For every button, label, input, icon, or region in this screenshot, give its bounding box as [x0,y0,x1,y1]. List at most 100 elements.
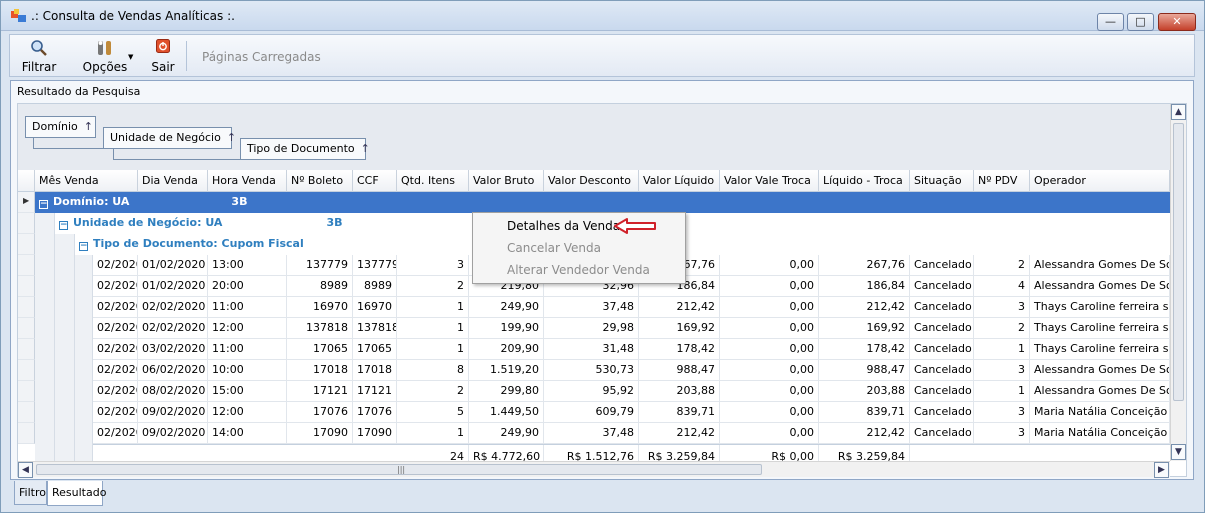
cell-liquido-troca[interactable]: 186,84 [819,276,910,297]
cell-liquido-troca[interactable]: 178,42 [819,339,910,360]
row-indicator[interactable] [18,318,35,339]
group-chip-tipo[interactable]: Tipo de Documento ↑ [240,138,370,160]
cell-valor-liquido[interactable]: 839,71 [639,402,720,423]
col-header-valor-desconto[interactable]: Valor Desconto [544,170,639,192]
col-header-mes-venda[interactable]: Mês Venda [35,170,138,192]
col-header-boleto[interactable]: Nº Boleto [287,170,353,192]
cell-vale-troca[interactable]: 0,00 [720,381,819,402]
row-indicator[interactable] [18,360,35,381]
cell-situacao[interactable]: Cancelado [910,276,974,297]
cell-operador[interactable]: Alessandra Gomes De Souza [1030,360,1170,381]
cell-valor-desconto[interactable]: 31,48 [544,339,639,360]
cell-operador[interactable]: Maria Natália Conceição Silva [1030,402,1170,423]
scroll-up-button[interactable]: ▲ [1171,104,1186,120]
horizontal-scrollbar[interactable]: ◀ ||| ▶ [18,461,1170,478]
cell-pdv[interactable]: 4 [974,276,1030,297]
scroll-left-button[interactable]: ◀ [18,462,33,478]
scroll-down-button[interactable]: ▼ [1171,444,1186,460]
cell-vale-troca[interactable]: 0,00 [720,423,819,444]
cell-liquido-troca[interactable]: 839,71 [819,402,910,423]
col-header-situacao[interactable]: Situação [910,170,974,192]
cell-boleto[interactable]: 17018 [287,360,353,381]
menu-item-cancelar[interactable]: Cancelar Venda [475,237,683,259]
cell-mes-venda[interactable]: 02/2020 [93,402,138,423]
cell-ccf[interactable]: 17018 [353,360,397,381]
cell-valor-liquido[interactable]: 169,92 [639,318,720,339]
cell-vale-troca[interactable]: 0,00 [720,276,819,297]
cell-situacao[interactable]: Cancelado [910,360,974,381]
cell-situacao[interactable]: Cancelado [910,381,974,402]
cell-valor-desconto[interactable]: 37,48 [544,297,639,318]
cell-situacao[interactable]: Cancelado [910,255,974,276]
cell-operador[interactable]: Thays Caroline ferreira santos [1030,297,1170,318]
cell-valor-desconto[interactable]: 29,98 [544,318,639,339]
cell-vale-troca[interactable]: 0,00 [720,255,819,276]
cell-boleto[interactable]: 17121 [287,381,353,402]
cell-liquido-troca[interactable]: 169,92 [819,318,910,339]
tab-resultado[interactable]: Resultado [47,481,106,506]
cell-dia-venda[interactable]: 09/02/2020 [138,423,208,444]
cell-operador[interactable]: Thays Caroline ferreira santos [1030,318,1170,339]
table-row[interactable]: 02/202003/02/202011:0017065170651209,903… [93,339,1170,360]
cell-ccf[interactable]: 17121 [353,381,397,402]
cell-valor-liquido[interactable]: 212,42 [639,423,720,444]
cell-dia-venda[interactable]: 02/02/2020 [138,318,208,339]
row-indicator[interactable] [18,297,35,318]
cell-liquido-troca[interactable]: 203,88 [819,381,910,402]
row-indicator[interactable] [18,234,35,255]
cell-hora-venda[interactable]: 13:00 [208,255,287,276]
cell-valor-bruto[interactable]: 249,90 [469,297,544,318]
cell-mes-venda[interactable]: 02/2020 [93,318,138,339]
table-row[interactable]: 02/202002/02/202012:001378181378181199,9… [93,318,1170,339]
cell-dia-venda[interactable]: 09/02/2020 [138,402,208,423]
cell-pdv[interactable]: 3 [974,423,1030,444]
col-header-liquido-troca[interactable]: Líquido - Troca [819,170,910,192]
cell-ccf[interactable]: 137779 [353,255,397,276]
cell-ccf[interactable]: 17065 [353,339,397,360]
cell-dia-venda[interactable]: 03/02/2020 [138,339,208,360]
cell-valor-desconto[interactable]: 609,79 [544,402,639,423]
cell-ccf[interactable]: 8989 [353,276,397,297]
cell-valor-liquido[interactable]: 203,88 [639,381,720,402]
cell-situacao[interactable]: Cancelado [910,402,974,423]
cell-boleto[interactable]: 137818 [287,318,353,339]
table-row[interactable]: 02/202009/02/202014:0017090170901249,903… [93,423,1170,444]
cell-qtd-itens[interactable]: 1 [397,297,469,318]
cell-mes-venda[interactable]: 02/2020 [93,339,138,360]
cell-pdv[interactable]: 2 [974,255,1030,276]
row-indicator[interactable] [18,339,35,360]
cell-operador[interactable]: Thays Caroline ferreira santos [1030,339,1170,360]
cell-ccf[interactable]: 17076 [353,402,397,423]
cell-boleto[interactable]: 8989 [287,276,353,297]
cell-mes-venda[interactable]: 02/2020 [93,255,138,276]
cell-boleto[interactable]: 137779 [287,255,353,276]
cell-hora-venda[interactable]: 12:00 [208,318,287,339]
group-chip-unidade[interactable]: Unidade de Negócio ↑ [103,127,236,149]
cell-dia-venda[interactable]: 01/02/2020 [138,255,208,276]
row-indicator[interactable] [18,276,35,297]
cell-vale-troca[interactable]: 0,00 [720,360,819,381]
cell-situacao[interactable]: Cancelado [910,339,974,360]
cell-dia-venda[interactable]: 06/02/2020 [138,360,208,381]
cell-qtd-itens[interactable]: 1 [397,339,469,360]
cell-ccf[interactable]: 17090 [353,423,397,444]
group-row-dominio[interactable]: − Domínio: UA 3B [35,192,1170,213]
cell-hora-venda[interactable]: 14:00 [208,423,287,444]
cell-pdv[interactable]: 3 [974,297,1030,318]
cell-vale-troca[interactable]: 0,00 [720,402,819,423]
cell-valor-liquido[interactable]: 212,42 [639,297,720,318]
cell-mes-venda[interactable]: 02/2020 [93,360,138,381]
cell-valor-bruto[interactable]: 209,90 [469,339,544,360]
close-button[interactable]: ✕ [1158,13,1196,31]
cell-valor-liquido[interactable]: 178,42 [639,339,720,360]
row-indicator[interactable] [18,402,35,423]
cell-mes-venda[interactable]: 02/2020 [93,423,138,444]
cell-liquido-troca[interactable]: 267,76 [819,255,910,276]
filter-button[interactable]: Filtrar [16,35,62,77]
cell-valor-liquido[interactable]: 988,47 [639,360,720,381]
cell-qtd-itens[interactable]: 3 [397,255,469,276]
cell-ccf[interactable]: 137818 [353,318,397,339]
table-row[interactable]: 02/202002/02/202011:0016970169701249,903… [93,297,1170,318]
cell-valor-desconto[interactable]: 37,48 [544,423,639,444]
cell-hora-venda[interactable]: 11:00 [208,339,287,360]
